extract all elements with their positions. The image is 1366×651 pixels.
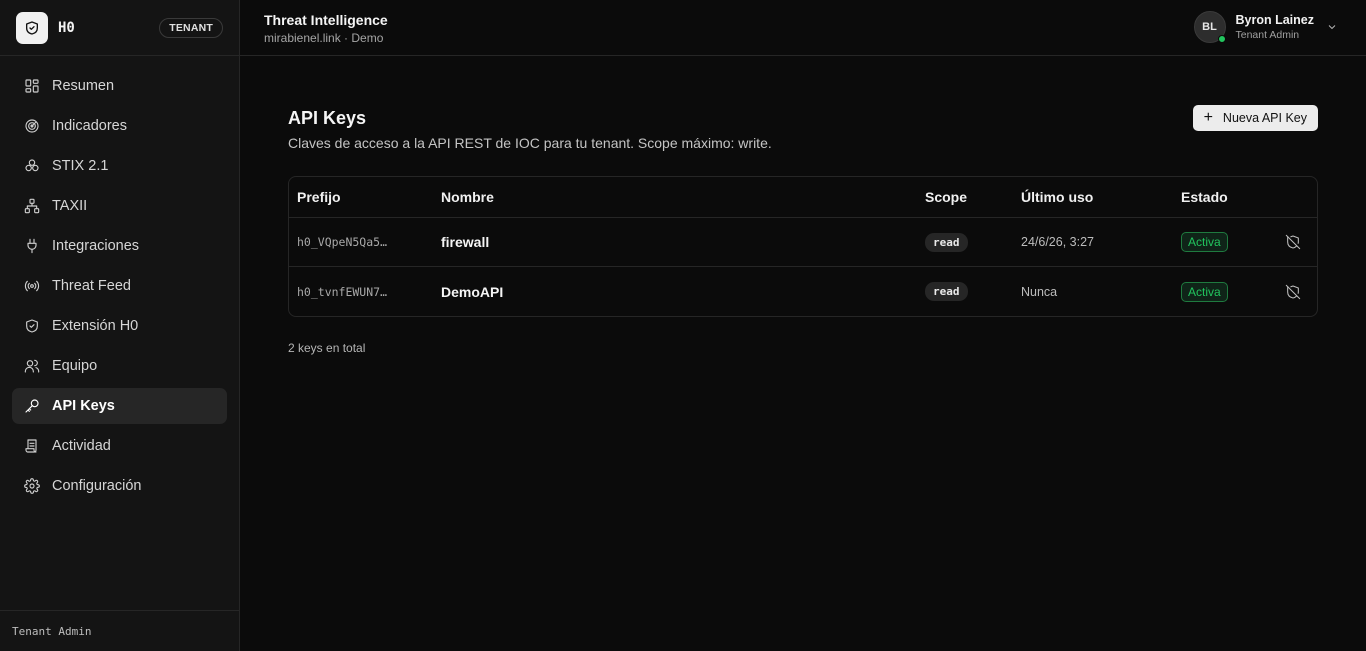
- chevron-down-icon[interactable]: [1326, 21, 1338, 33]
- sidebar-item-label: Resumen: [52, 78, 115, 94]
- last-used: 24/6/26, 3:27: [1021, 235, 1094, 249]
- user-menu[interactable]: BL Byron Lainez Tenant Admin: [1193, 11, 1339, 43]
- tenant-subtitle: mirabienel.link · Demo: [264, 31, 384, 45]
- user-role: Tenant Admin: [1235, 29, 1300, 41]
- sidebar-item-label: Extensión H0: [52, 318, 139, 334]
- broadcast-icon: [24, 280, 40, 292]
- network-icon: [24, 198, 40, 214]
- sidebar-item-label: Configuración: [52, 478, 142, 494]
- column-header-last-used[interactable]: Último uso: [1021, 177, 1093, 217]
- tenant-badge: TENANT: [159, 17, 223, 38]
- scroll-icon: [25, 439, 37, 453]
- sidebar-item-label: Equipo: [52, 358, 98, 374]
- sidebar-item-actividad[interactable]: Actividad: [12, 428, 227, 464]
- sidebar-item-label: Integraciones: [52, 238, 140, 254]
- avatar[interactable]: BL: [1193, 11, 1226, 43]
- key-prefix: h0_tvnfEWUN7…: [297, 284, 388, 299]
- revoke-shield-off-icon[interactable]: [1285, 284, 1301, 300]
- app-title: Threat Intelligence: [264, 12, 388, 28]
- sidebar-item-label: API Keys: [52, 398, 115, 414]
- sidebar-item-equipo[interactable]: Equipo: [12, 348, 227, 384]
- sidebar-nav: Resumen Indicadores STIX 2.1 TAXII Integ…: [0, 56, 239, 520]
- key-name: DemoAPI: [441, 283, 504, 300]
- sidebar-footer-role: Tenant Admin: [0, 610, 239, 651]
- sidebar-item-label: TAXII: [52, 198, 88, 214]
- column-header-prefix[interactable]: Prefijo: [297, 177, 341, 217]
- brand-name: H0: [58, 19, 75, 36]
- column-header-name[interactable]: Nombre: [441, 177, 494, 217]
- brand: H0 TENANT: [0, 0, 239, 56]
- dashboard-icon: [25, 79, 39, 93]
- avatar-initials: BL: [1202, 21, 1217, 33]
- user-info: Byron Lainez Tenant Admin: [1236, 13, 1315, 41]
- key-icon: [25, 399, 39, 413]
- shield-logo-icon[interactable]: [16, 11, 48, 44]
- sidebar-item-extension[interactable]: Extensión H0: [12, 308, 227, 344]
- radar-icon: [25, 119, 39, 133]
- scope-badge: read: [925, 232, 968, 252]
- sidebar-item-threat-feed[interactable]: Threat Feed: [12, 268, 227, 304]
- api-keys-table: Prefijo Nombre Scope Último uso Estado h…: [288, 176, 1318, 317]
- sidebar-item-configuracion[interactable]: Configuración: [12, 468, 227, 504]
- sidebar-item-label: Actividad: [52, 438, 111, 454]
- column-header-scope[interactable]: Scope: [925, 177, 967, 217]
- revoke-shield-off-icon[interactable]: [1285, 234, 1301, 250]
- sidebar-item-api-keys[interactable]: API Keys: [12, 388, 227, 424]
- shield-check-icon: [26, 319, 38, 333]
- table-header-row: Prefijo Nombre Scope Último uso Estado: [289, 177, 1317, 218]
- status-badge: Activa: [1181, 281, 1228, 302]
- sidebar-item-integraciones[interactable]: Integraciones: [12, 228, 227, 264]
- sidebar-item-label: Threat Feed: [52, 278, 131, 294]
- key-name: firewall: [441, 234, 490, 250]
- status-badge: Activa: [1181, 232, 1228, 252]
- users-icon: [24, 359, 40, 373]
- page-title: API Keys: [288, 108, 367, 128]
- online-status-dot: [1217, 35, 1226, 43]
- column-header-status[interactable]: Estado: [1181, 177, 1228, 217]
- boxes-icon: [25, 159, 39, 172]
- plug-icon: [27, 238, 37, 254]
- page-description: Claves de acceso a la API REST de IOC pa…: [288, 135, 772, 151]
- user-name: Byron Lainez: [1235, 13, 1315, 27]
- new-api-key-label: Nueva API Key: [1222, 111, 1307, 125]
- table-row[interactable]: h0_tvnfEWUN7… DemoAPI read Nunca Activa: [289, 267, 1317, 316]
- sidebar-item-resumen[interactable]: Resumen: [12, 68, 227, 104]
- table-row[interactable]: h0_VQpeN5Qa5… firewall read 24/6/26, 3:2…: [289, 218, 1317, 267]
- top-header: Threat Intelligence mirabienel.link · De…: [240, 0, 1366, 56]
- sidebar-item-indicadores[interactable]: Indicadores: [12, 108, 227, 144]
- sidebar-item-taxii[interactable]: TAXII: [12, 188, 227, 224]
- gear-icon: [24, 478, 40, 494]
- sidebar-item-label: Indicadores: [52, 118, 127, 134]
- scope-badge: read: [925, 282, 968, 301]
- key-prefix: h0_VQpeN5Qa5…: [297, 235, 388, 249]
- sidebar-item-label: STIX 2.1: [52, 158, 109, 174]
- sidebar: H0 TENANT Resumen Indicadores STIX 2.1 T…: [0, 0, 240, 651]
- keys-total-count: 2 keys en total: [288, 341, 366, 355]
- plus-icon: +: [1203, 109, 1213, 126]
- new-api-key-button[interactable]: + Nueva API Key: [1192, 105, 1318, 131]
- last-used: Nunca: [1021, 284, 1058, 299]
- sidebar-item-stix[interactable]: STIX 2.1: [12, 148, 227, 184]
